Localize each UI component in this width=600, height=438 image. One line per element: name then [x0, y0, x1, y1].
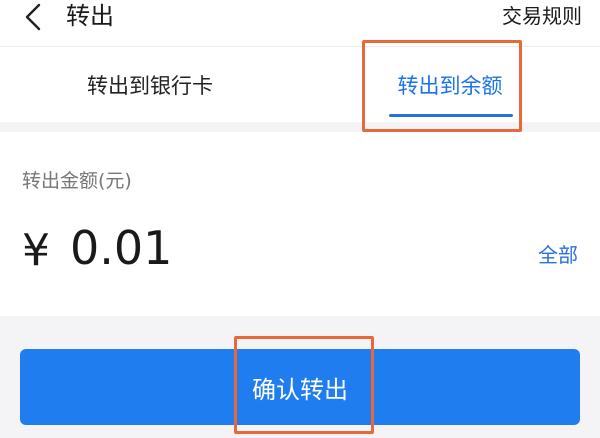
currency-symbol: ¥	[22, 225, 50, 276]
active-tab-indicator	[389, 114, 513, 117]
header: 转出 交易规则	[0, 0, 600, 46]
tab-bar: 转出到银行卡 转出到余额	[0, 46, 600, 122]
trade-rules-link[interactable]: 交易规则	[502, 0, 582, 34]
chevron-left-icon	[25, 3, 41, 31]
back-button[interactable]	[18, 0, 48, 34]
page-title: 转出	[66, 2, 114, 30]
transfer-out-screen: 转出 交易规则 转出到银行卡 转出到余额 转出金额(元) ¥ 全部 确认转出	[0, 0, 600, 438]
amount-card: 转出金额(元) ¥ 全部	[0, 132, 600, 316]
amount-input[interactable]	[70, 220, 370, 276]
tab-to-bank-card[interactable]: 转出到银行卡	[0, 47, 300, 123]
tab-to-balance[interactable]: 转出到余额	[300, 47, 600, 123]
all-amount-link[interactable]: 全部	[538, 239, 578, 268]
amount-label: 转出金额(元)	[22, 170, 132, 192]
confirm-transfer-button[interactable]: 确认转出	[20, 349, 580, 425]
